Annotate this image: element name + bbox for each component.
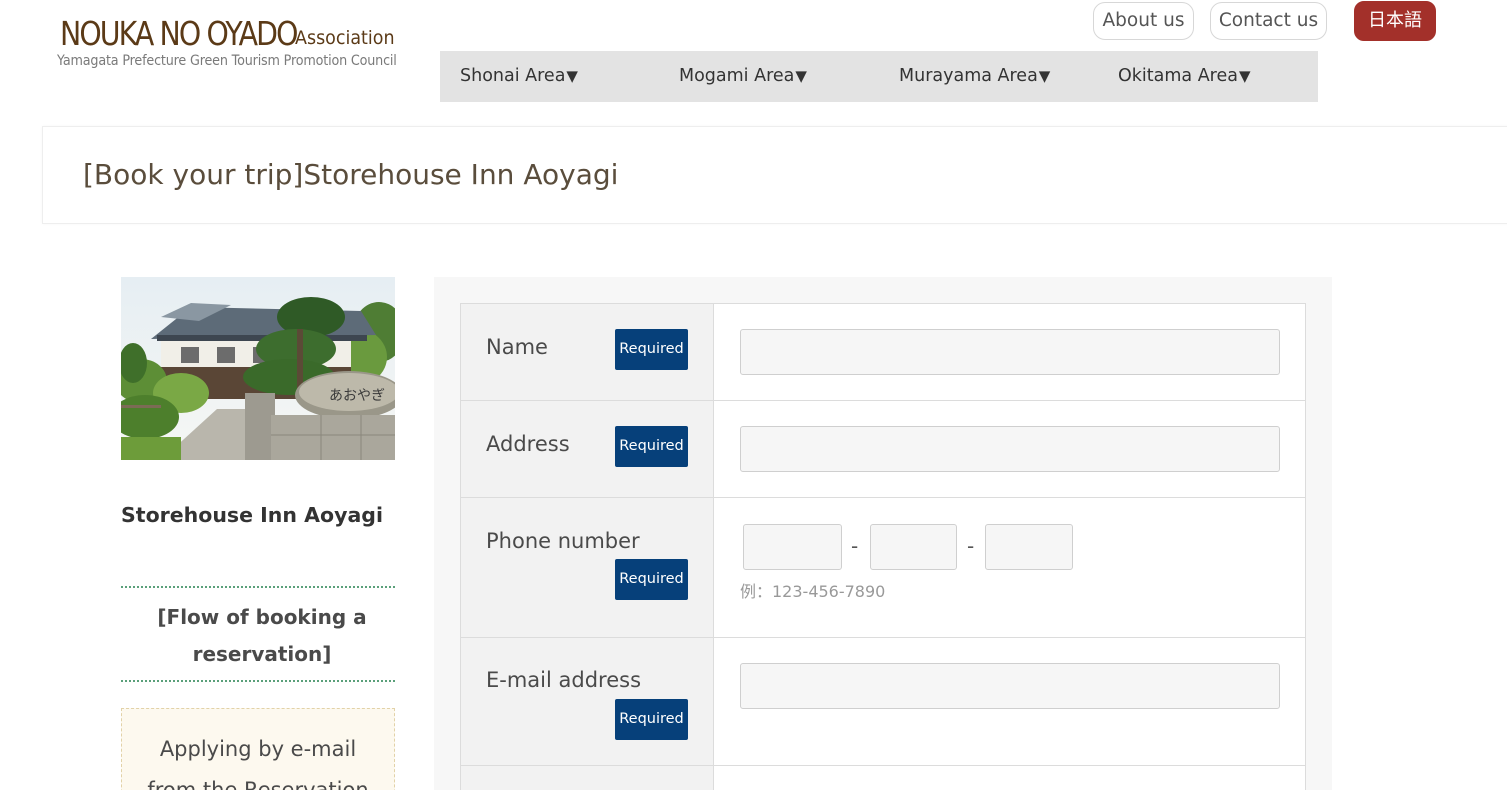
label-cell: Phone number Required (461, 498, 714, 637)
phone-separator: - (851, 534, 859, 558)
form-row-next (461, 766, 1305, 790)
booking-flow-heading: [Flow of booking a reservation] (157, 605, 367, 666)
address-label: Address (486, 432, 570, 456)
nav-item-label: Mogami Area (679, 66, 795, 86)
about-us-button[interactable]: About us (1093, 2, 1194, 40)
required-badge: Required (615, 426, 688, 467)
nav-item-label: Okitama Area (1118, 66, 1238, 86)
email-input[interactable] (740, 663, 1280, 709)
form-row-phone: Phone number Required - - 例：123-456-7890 (461, 498, 1305, 638)
required-badge: Required (615, 559, 688, 600)
name-input[interactable] (740, 329, 1280, 375)
inn-photo: あおやぎ (121, 277, 395, 460)
phone-separator: - (967, 534, 975, 558)
reservation-form: Name Required Address Required Phone num… (460, 303, 1306, 790)
nav-item-mogami[interactable]: Mogami Area▼ (679, 51, 807, 102)
field-cell (714, 304, 1305, 400)
logo-subtitle: Yamagata Prefecture Green Tourism Promot… (57, 53, 397, 69)
page-title: [Book your trip]Storehouse Inn Aoyagi (83, 158, 619, 191)
form-row-email: E-mail address Required (461, 638, 1305, 766)
phone-part1-input[interactable] (743, 524, 842, 570)
label-cell: Address Required (461, 401, 714, 497)
required-badge: Required (615, 699, 688, 740)
phone-example-hint: 例：123-456-7890 (740, 582, 886, 601)
required-badge: Required (615, 329, 688, 370)
label-cell: Name Required (461, 304, 714, 400)
form-row-name: Name Required (461, 304, 1305, 401)
nav-item-murayama[interactable]: Murayama Area▼ (899, 51, 1050, 102)
booking-step-box: Applying by e-mail from the Reservation (121, 708, 395, 790)
field-cell (714, 766, 1305, 790)
field-cell (714, 638, 1305, 765)
inn-sign-text: あおやぎ (329, 388, 385, 404)
field-cell: - - 例：123-456-7890 (714, 498, 1305, 637)
email-label: E-mail address (486, 668, 642, 692)
address-input[interactable] (740, 426, 1280, 472)
nav-item-okitama[interactable]: Okitama Area▼ (1118, 51, 1251, 102)
name-label: Name (486, 335, 548, 359)
dropdown-arrow-icon: ▼ (566, 67, 578, 85)
dropdown-arrow-icon: ▼ (795, 67, 807, 85)
page-title-band: [Book your trip]Storehouse Inn Aoyagi (42, 126, 1507, 224)
japanese-language-button[interactable]: 日本語 (1354, 1, 1436, 41)
logo-title: NOUKA NO OYADO (60, 14, 298, 53)
logo-association: Association (295, 27, 395, 49)
area-navigation: Shonai Area▼ Mogami Area▼ Murayama Area▼… (440, 51, 1318, 102)
phone-part2-input[interactable] (870, 524, 957, 570)
inn-name: Storehouse Inn Aoyagi (121, 503, 383, 527)
phone-part3-input[interactable] (985, 524, 1073, 570)
booking-flow-heading-box: [Flow of booking a reservation] (121, 586, 395, 682)
label-cell: E-mail address Required (461, 638, 714, 765)
label-cell (461, 766, 714, 790)
site-logo[interactable]: NOUKA NO OYADO Association Yamagata Pref… (57, 12, 417, 74)
field-cell (714, 401, 1305, 497)
contact-us-button[interactable]: Contact us (1210, 2, 1327, 40)
form-row-address: Address Required (461, 401, 1305, 498)
dropdown-arrow-icon: ▼ (1038, 67, 1051, 85)
nav-item-label: Shonai Area (460, 66, 566, 86)
phone-label: Phone number (486, 529, 640, 553)
nav-item-label: Murayama Area (899, 66, 1038, 86)
dropdown-arrow-icon: ▼ (1238, 67, 1251, 85)
nav-item-shonai[interactable]: Shonai Area▼ (460, 51, 578, 102)
booking-step-text: Applying by e-mail from the Reservation (147, 737, 369, 790)
